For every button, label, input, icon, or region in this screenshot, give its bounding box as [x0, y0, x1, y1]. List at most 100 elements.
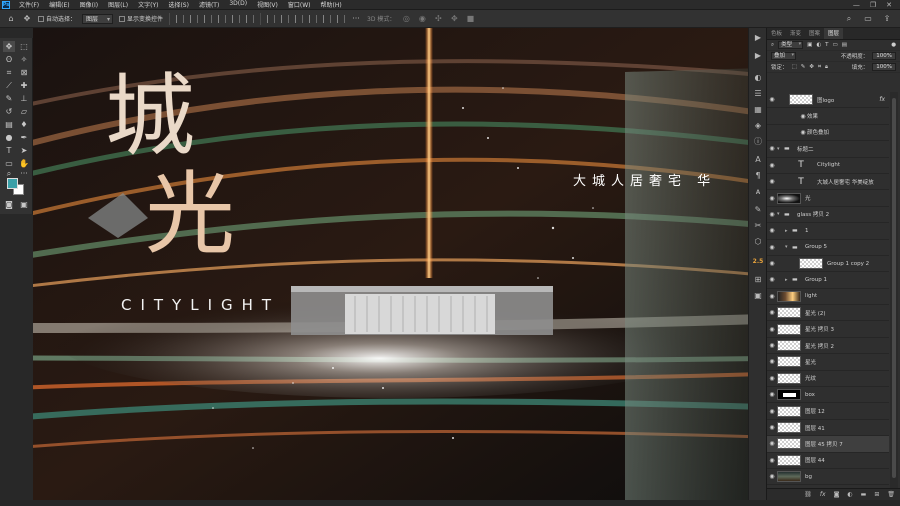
layer-row[interactable]: ◉ 图logo fx — [767, 92, 889, 109]
filter-kind-dropdown[interactable]: 类型 — [778, 41, 804, 49]
layer-row[interactable]: ◉ 星光 拷贝 2 — [767, 338, 889, 355]
dodge-tool-icon[interactable]: ● — [3, 132, 15, 143]
collapse-arrow-icon[interactable]: ▾ — [777, 146, 784, 152]
eraser-tool-icon[interactable]: ▱ — [18, 106, 30, 117]
collapse-arrow-icon[interactable]: ▾ — [777, 211, 784, 217]
clone-source-icon[interactable]: ✂ — [752, 220, 764, 232]
show-transform-checkbox[interactable] — [119, 15, 126, 22]
layer-row[interactable]: ◉ ▸ ▬ 1 — [767, 223, 889, 240]
orbit-3d-icon[interactable]: ◎ — [401, 14, 411, 24]
visibility-eye-icon[interactable]: ◉ — [767, 309, 777, 316]
menu-item[interactable]: 3D(D) — [224, 0, 252, 9]
maximize-button[interactable]: ❐ — [870, 1, 876, 9]
menu-item[interactable]: 图像(I) — [75, 0, 103, 9]
effect-eye-icon[interactable]: ◉ — [799, 129, 807, 136]
scrollbar-thumb[interactable] — [892, 98, 896, 478]
document-canvas[interactable]: 城 光 CITYLIGHT 大城人居奢宅 华 — [33, 28, 765, 500]
screen-mode-icon[interactable]: ▣ — [18, 199, 30, 210]
filter-toggle-icon[interactable]: ● — [891, 42, 896, 48]
visibility-eye-icon[interactable]: ◉ — [767, 260, 777, 267]
actions-panel-icon[interactable]: ▶ — [752, 50, 764, 62]
visibility-eye-icon[interactable]: ◉ — [767, 408, 777, 415]
adjustments-panel-icon[interactable]: ◐ — [752, 72, 764, 84]
search-icon[interactable]: ⌕ — [844, 14, 854, 24]
layer-row[interactable]: ◉ 光纹 — [767, 371, 889, 388]
slide-3d-icon[interactable]: ✥ — [449, 14, 459, 24]
brush-tool-icon[interactable]: ✎ — [3, 93, 15, 104]
new-layer-icon[interactable]: ⊞ — [874, 491, 879, 498]
navigator-panel-icon[interactable]: ▣ — [752, 290, 764, 302]
filter-shape-icon[interactable]: ▭ — [833, 42, 838, 48]
blend-mode-dropdown[interactable]: 叠加 — [771, 52, 797, 60]
lock-brush-icon[interactable]: ✎ — [801, 64, 806, 70]
distribute-top-icon[interactable] — [267, 14, 276, 23]
plugin-badge[interactable]: 2.5 — [752, 256, 764, 268]
tab-swatches[interactable]: 色板 — [767, 28, 786, 39]
history-brush-icon[interactable]: ↺ — [3, 106, 15, 117]
visibility-eye-icon[interactable]: ◉ — [767, 211, 777, 218]
drag-3d-icon[interactable]: ✣ — [433, 14, 443, 24]
3d-panel-icon[interactable]: ⬡ — [752, 236, 764, 248]
roll-3d-icon[interactable]: ◉ — [417, 14, 427, 24]
opacity-field[interactable]: 100% — [872, 52, 896, 60]
menu-item[interactable]: 选择(S) — [163, 0, 194, 9]
visibility-eye-icon[interactable]: ◉ — [767, 375, 777, 382]
measurement-icon[interactable]: ⊞ — [752, 274, 764, 286]
layer-row[interactable]: ◉ T 大城人居奢宅 华美绽放 — [767, 174, 889, 191]
align-right-icon[interactable] — [204, 14, 213, 23]
layer-row[interactable]: ◉ light — [767, 289, 889, 306]
layer-row[interactable]: ◉ 颜色叠加 — [767, 125, 889, 142]
layer-row[interactable]: ◉ 图层 45 拷贝 7 — [767, 436, 889, 453]
effect-eye-icon[interactable]: ◉ — [799, 113, 807, 120]
fx-icon[interactable]: fx — [820, 491, 826, 498]
visibility-eye-icon[interactable]: ◉ — [767, 326, 777, 333]
libraries-panel-icon[interactable]: ▦ — [752, 104, 764, 116]
layer-row[interactable]: ◉ 星光 (2) — [767, 305, 889, 322]
layer-row[interactable]: ◉ ▾ ▬ Group 5 — [767, 240, 889, 256]
glyphs-panel-icon[interactable]: ᴀ — [752, 186, 764, 198]
layer-row[interactable]: ◉ ▾ ▬ 标题二 — [767, 141, 889, 158]
foreground-color-swatch[interactable] — [7, 178, 18, 189]
fill-field[interactable]: 100% — [872, 63, 896, 71]
menu-item[interactable]: 视图(V) — [252, 0, 283, 9]
lock-all-icon[interactable]: 🔒︎ — [825, 64, 828, 71]
layer-row[interactable]: ◉ 星光 — [767, 354, 889, 371]
gradient-tool-icon[interactable]: ▤ — [3, 119, 15, 130]
show-transform-option[interactable]: 显示变换控件 — [119, 14, 163, 23]
pen-tool-icon[interactable]: ✒ — [18, 132, 30, 143]
layer-row[interactable]: ◉ ▾ ▬ glass 拷贝 2 — [767, 207, 889, 224]
scale-3d-icon[interactable]: ■ — [465, 14, 475, 24]
layer-row[interactable]: ◉ box — [767, 387, 889, 404]
eyedropper-icon[interactable]: ⟋ — [3, 80, 15, 91]
visibility-eye-icon[interactable]: ◉ — [767, 96, 777, 103]
layer-row[interactable]: ◉ T Citylight — [767, 158, 889, 174]
layer-row[interactable]: ◉ ▸ ▬ Group 1 — [767, 272, 889, 289]
paths-panel-icon[interactable]: ◈ — [752, 120, 764, 132]
brushes-panel-icon[interactable]: ✎ — [752, 204, 764, 216]
visibility-eye-icon[interactable]: ◉ — [767, 358, 777, 365]
lasso-tool-icon[interactable]: ʘ — [3, 54, 15, 65]
stamp-tool-icon[interactable]: ⊥ — [18, 93, 30, 104]
distribute-center-icon[interactable] — [323, 14, 332, 23]
visibility-eye-icon[interactable]: ◉ — [767, 162, 777, 169]
layer-row[interactable]: ◉ 光 — [767, 190, 889, 207]
tab-gradients[interactable]: 渐变 — [786, 28, 805, 39]
distribute-right-icon[interactable] — [337, 14, 346, 23]
visibility-eye-icon[interactable]: ◉ — [767, 424, 777, 431]
type-tool-icon[interactable]: T — [3, 145, 15, 156]
expand-arrow-icon[interactable]: ▸ — [785, 228, 792, 234]
auto-select-checkbox[interactable] — [38, 15, 44, 22]
history-panel-icon[interactable]: ▶ — [752, 32, 764, 44]
visibility-eye-icon[interactable]: ◉ — [767, 440, 777, 447]
paragraph-panel-icon[interactable]: ¶ — [752, 170, 764, 182]
auto-select-target-dropdown[interactable]: 图层 — [82, 13, 114, 24]
layer-effects-badge[interactable]: fx — [879, 96, 885, 103]
quick-mask-icon[interactable]: ◙ — [3, 199, 15, 210]
workspace-icon[interactable]: ▭ — [863, 14, 873, 24]
distribute-bottom-icon[interactable] — [295, 14, 304, 23]
lock-artboard-icon[interactable]: ⌗ — [818, 64, 821, 71]
filter-adjustment-icon[interactable]: ◐ — [816, 42, 821, 48]
filter-smart-icon[interactable]: ▤ — [842, 42, 847, 48]
menu-item[interactable]: 编辑(E) — [44, 0, 74, 9]
share-icon[interactable]: ⇪ — [882, 14, 892, 24]
